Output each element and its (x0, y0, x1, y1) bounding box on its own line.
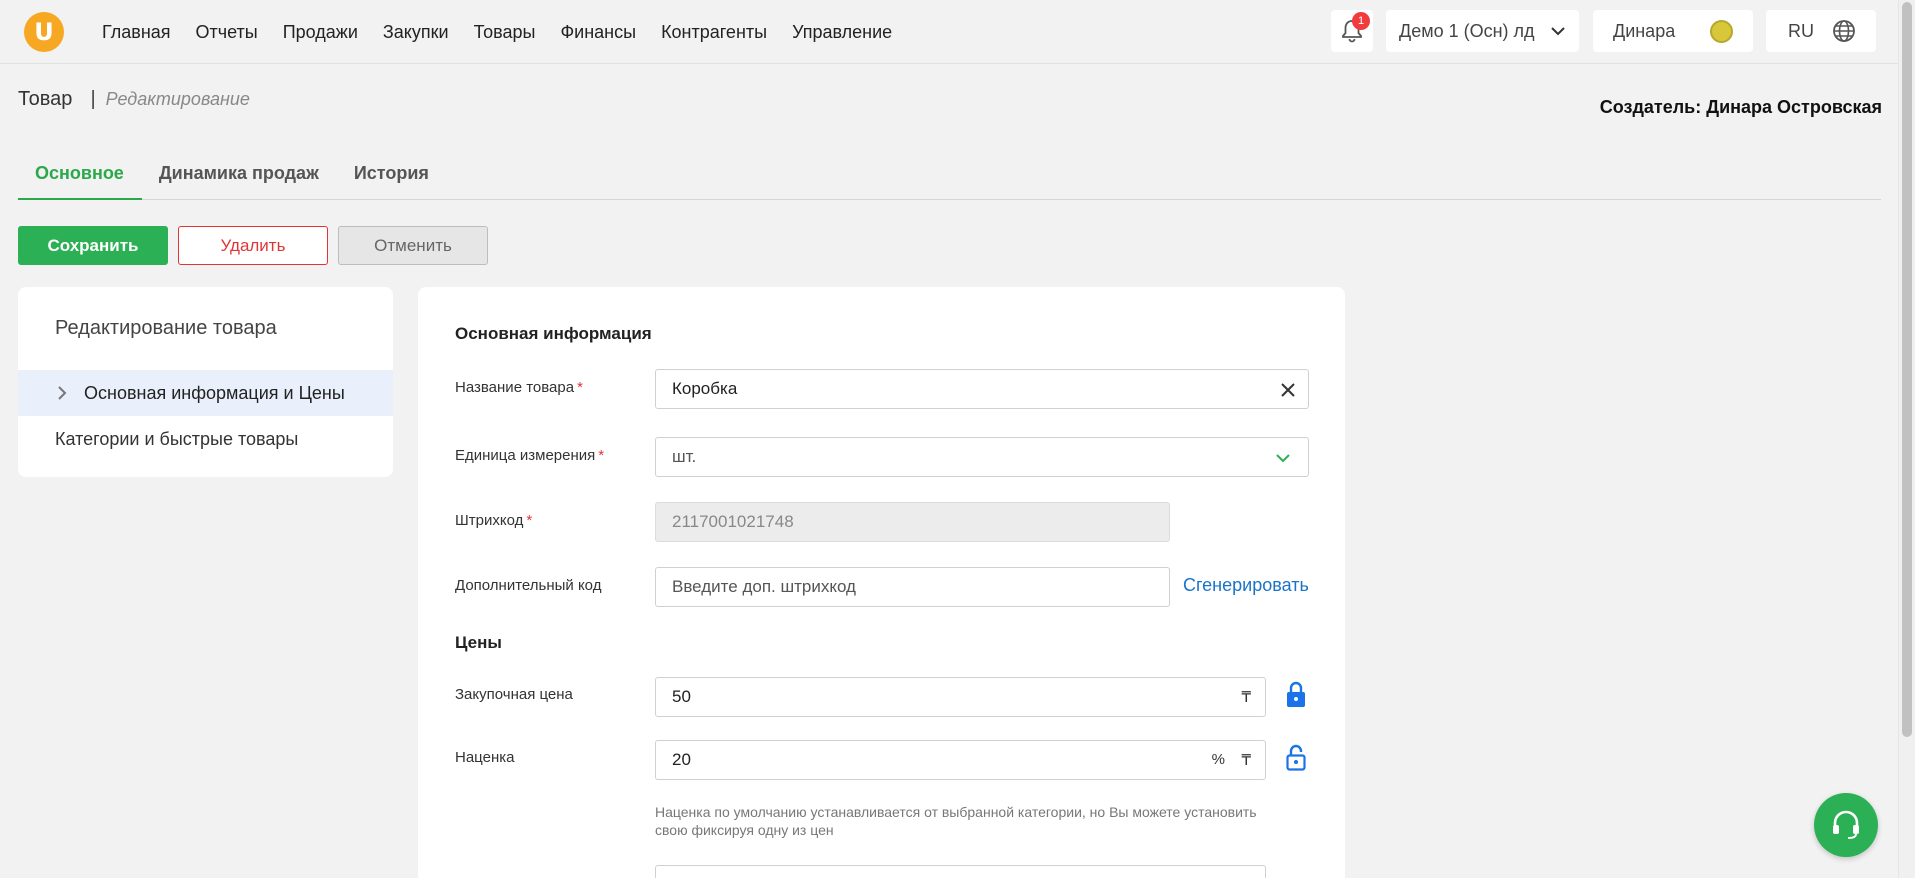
cancel-button[interactable]: Отменить (338, 226, 488, 265)
markup-input[interactable]: 20 % ₸ (655, 740, 1266, 780)
sidebar-item-label: Основная информация и Цены (84, 382, 345, 403)
page-title: Товар (18, 88, 73, 110)
nav-item-purchases[interactable]: Закупки (383, 22, 449, 43)
tab-bar: Основное Динамика продаж История (18, 148, 1881, 200)
generate-link[interactable]: Сгенерировать (1183, 575, 1309, 596)
user-name: Динара (1613, 20, 1676, 41)
purchase-price-label: Закупочная цена (455, 686, 573, 703)
unit-label-text: Единица измерения (455, 447, 596, 464)
tenge-icon: ₸ (1241, 752, 1251, 769)
headset-icon (1833, 810, 1859, 839)
nav-item-reports[interactable]: Отчеты (196, 22, 258, 43)
user-menu[interactable]: Динара (1593, 10, 1753, 52)
language-code: RU (1788, 20, 1814, 41)
required-mark: * (577, 379, 583, 396)
nav-item-home[interactable]: Главная (102, 22, 171, 43)
extra-code-label: Дополнительный код (455, 577, 602, 594)
chevron-down-icon (1551, 27, 1565, 36)
lock-open-icon[interactable] (1285, 744, 1307, 772)
sidebar-item-categories[interactable]: Категории и быстрые товары (55, 429, 298, 450)
clear-icon[interactable] (1280, 382, 1296, 398)
app-logo[interactable]: U (24, 12, 64, 52)
nav-item-management[interactable]: Управление (792, 22, 892, 43)
sidebar-item-main-info[interactable]: Основная информация и Цены (18, 370, 393, 416)
sidebar-title: Редактирование товара (55, 317, 277, 339)
tab-history[interactable]: История (337, 148, 447, 200)
language-selector[interactable]: RU (1766, 10, 1876, 52)
company-name: Демо 1 (Осн) лд (1399, 20, 1535, 41)
save-button[interactable]: Сохранить (18, 226, 168, 265)
notifications-button[interactable]: 1 (1331, 10, 1373, 52)
tab-sales-dynamics[interactable]: Динамика продаж (142, 148, 337, 200)
nav-item-sales[interactable]: Продажи (283, 22, 358, 43)
product-name-input[interactable]: Коробка (655, 369, 1309, 409)
page-subtitle: Редактирование (105, 89, 250, 109)
top-navbar: U Главная Отчеты Продажи Закупки Товары … (0, 0, 1898, 64)
barcode-label-text: Штрихкод (455, 512, 524, 529)
chevron-right-icon (58, 386, 67, 400)
unit-select[interactable]: шт. (655, 437, 1309, 477)
barcode-field: 2117001021748 (655, 502, 1170, 542)
logo-letter: U (34, 18, 54, 46)
purchase-price-value: 50 (672, 687, 691, 706)
nav-item-products[interactable]: Товары (474, 22, 536, 43)
product-name-value: Коробка (672, 379, 738, 398)
tab-main[interactable]: Основное (18, 148, 142, 200)
extra-code-placeholder: Введите доп. штрихкод (672, 577, 856, 596)
required-mark: * (526, 512, 533, 529)
price-input-partial[interactable] (655, 865, 1266, 878)
avatar (1710, 20, 1733, 43)
globe-icon (1833, 20, 1855, 42)
product-name-label-text: Название товара (455, 379, 575, 396)
markup-label: Наценка (455, 749, 515, 766)
breadcrumb-separator: | (90, 88, 96, 110)
delete-button[interactable]: Удалить (178, 226, 328, 265)
section-prices: Цены (455, 633, 502, 652)
page-scrollbar[interactable] (1898, 0, 1915, 878)
creator-info: Создатель: Динара Островская (1599, 97, 1882, 117)
barcode-value: 2117001021748 (672, 512, 794, 531)
nav-item-finance[interactable]: Финансы (560, 22, 636, 43)
support-chat-button[interactable] (1814, 793, 1878, 857)
main-nav: Главная Отчеты Продажи Закупки Товары Фи… (102, 0, 917, 64)
scrollbar-thumb[interactable] (1902, 2, 1912, 737)
markup-value: 20 (672, 750, 691, 769)
nav-item-contractors[interactable]: Контрагенты (661, 22, 767, 43)
barcode-label: Штрихкод * (455, 512, 532, 529)
unit-value: шт. (672, 447, 697, 466)
notification-badge: 1 (1352, 12, 1370, 30)
required-mark: * (598, 447, 605, 464)
edit-sidebar: Редактирование товара Основная информаци… (18, 287, 393, 477)
company-selector[interactable]: Демо 1 (Осн) лд (1386, 10, 1579, 52)
purchase-price-input[interactable]: 50 ₸ (655, 677, 1266, 717)
section-main-info: Основная информация (455, 324, 652, 343)
unit-label: Единица измерения * (455, 447, 604, 464)
breadcrumb: Товар | Редактирование (18, 88, 250, 111)
markup-hint: Наценка по умолчанию устанавливается от … (655, 804, 1257, 838)
extra-code-input[interactable]: Введите доп. штрихкод (655, 567, 1170, 607)
product-form: Основная информация Название товара * Кор… (418, 287, 1345, 878)
tenge-icon: ₸ (1241, 689, 1251, 706)
product-name-label: Название товара * (455, 379, 583, 396)
percent-icon: % (1211, 751, 1225, 768)
chevron-down-icon (1276, 454, 1290, 463)
lock-closed-icon[interactable] (1285, 681, 1307, 709)
